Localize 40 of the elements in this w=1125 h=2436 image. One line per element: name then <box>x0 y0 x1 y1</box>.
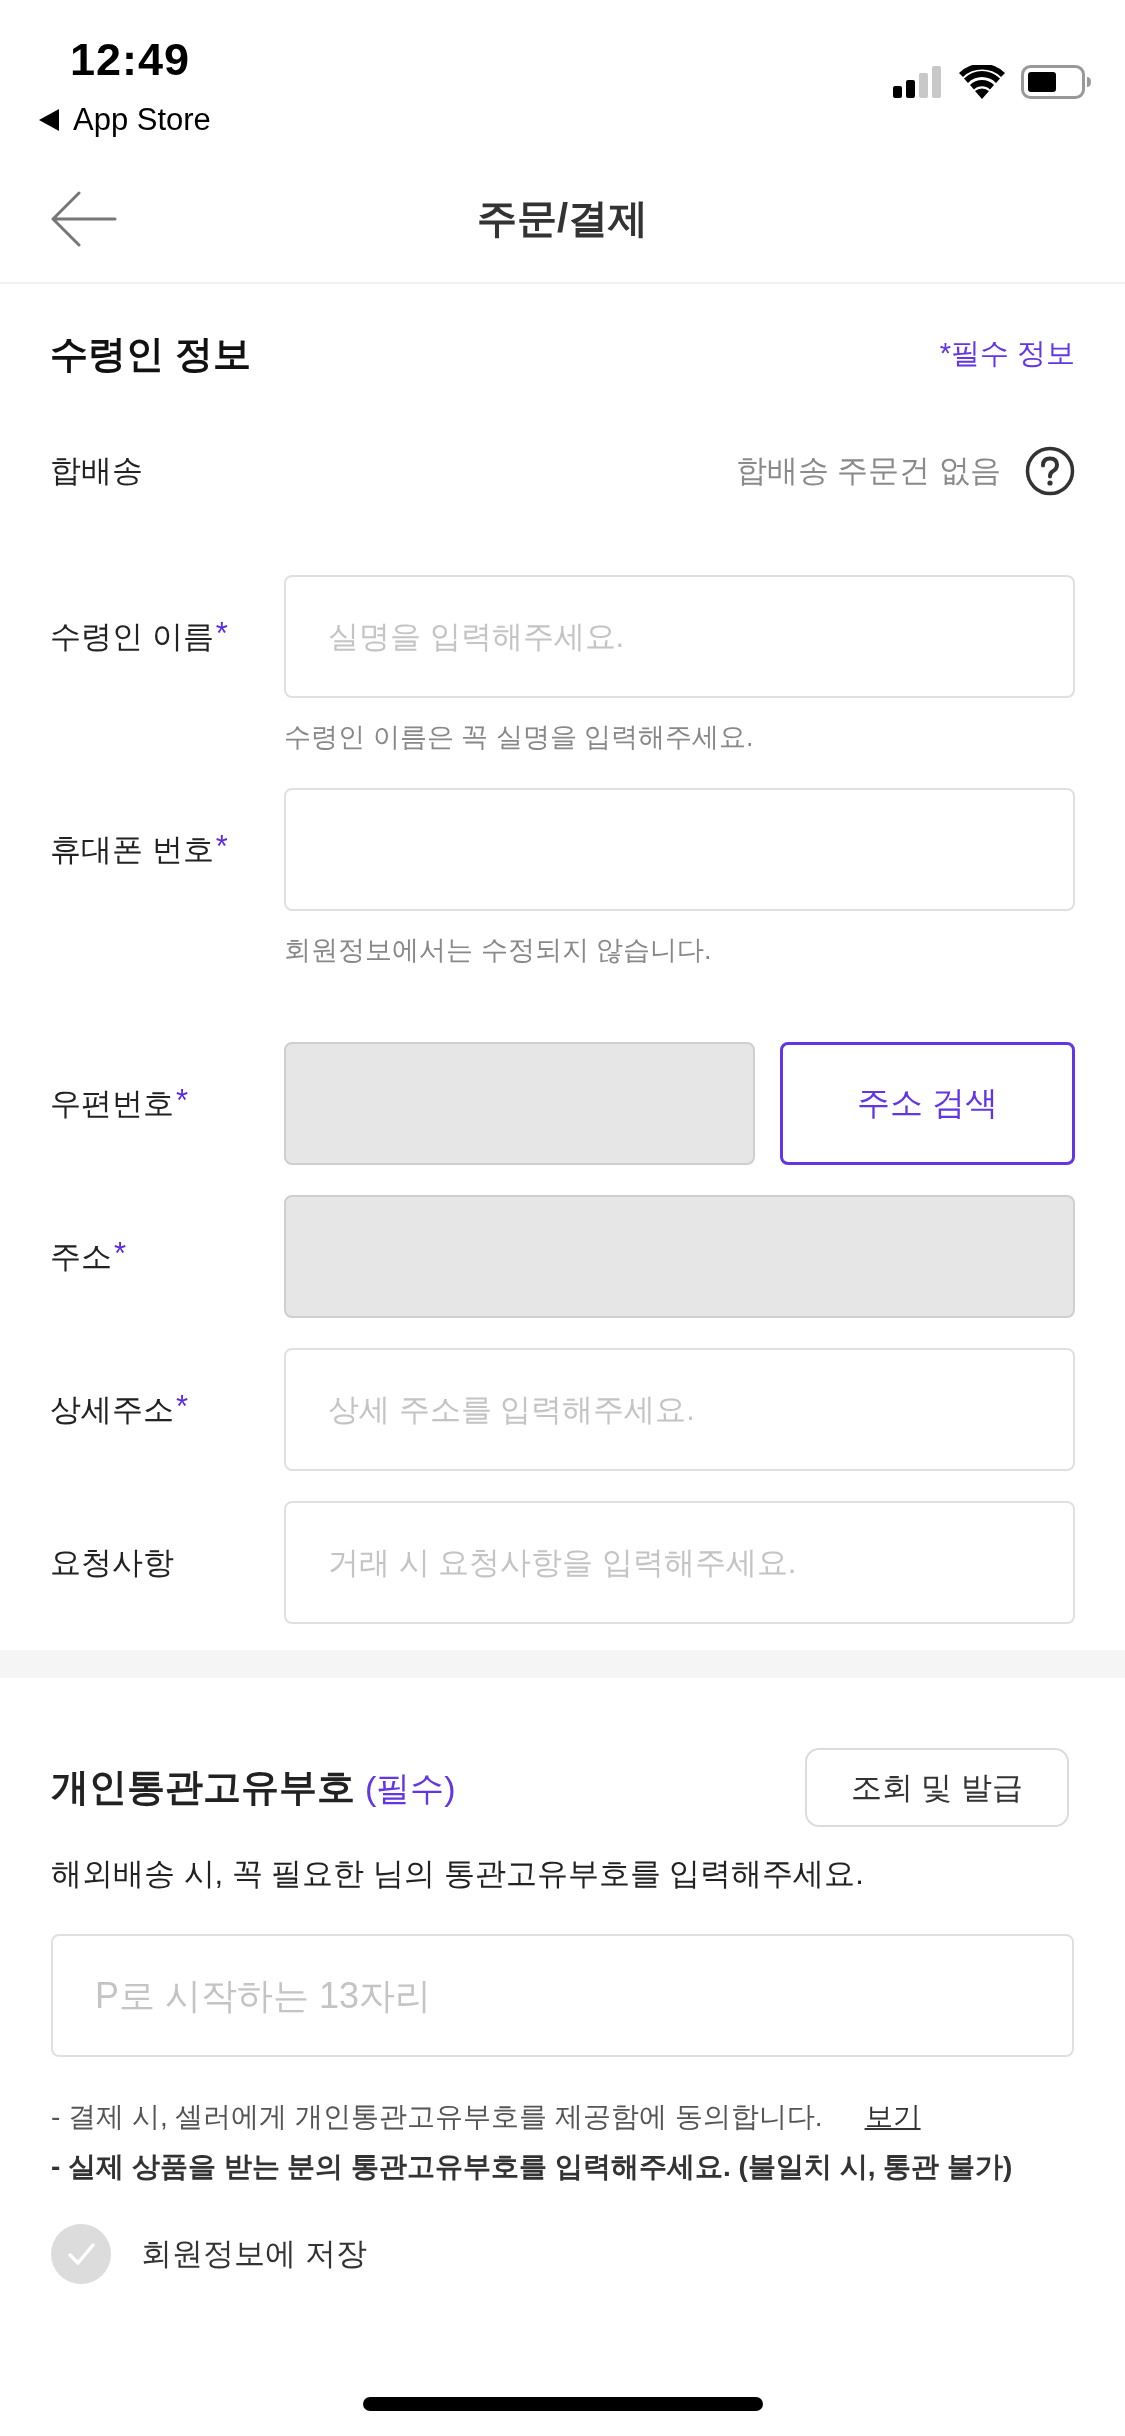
check-circle-icon[interactable] <box>51 2224 111 2284</box>
input-field[interactable]: 상세 주소를 입력해주세요. <box>284 1348 1075 1471</box>
wifi-icon <box>959 65 1005 99</box>
back-to-app-link[interactable]: App Store <box>73 100 211 140</box>
required-mark: * <box>114 1235 127 1272</box>
input-field[interactable]: P로 시작하는 13자리 <box>51 1934 1074 2057</box>
view-link[interactable]: 보기 <box>864 2098 921 2136</box>
input-field[interactable] <box>284 788 1075 911</box>
field-label: 주소 <box>50 1237 112 1276</box>
description-text: 해외배송 시, 꼭 필요한 님의 통관고유부호를 입력해주세요. <box>51 1855 865 1893</box>
field-label: 휴대폰 번호 <box>50 830 214 869</box>
notice-text: - 결제 시, 셀러에게 개인통관고유부호를 제공함에 동의합니다. <box>51 2100 823 2134</box>
helper-text: 수령인 이름은 꼭 실명을 입력해주세요. <box>284 721 755 754</box>
field-label: 요청사항 <box>50 1543 174 1582</box>
back-triangle-icon[interactable] <box>39 109 59 131</box>
required-mark: * <box>176 1082 189 1119</box>
lookup-issue-button[interactable]: 조회 및 발급 <box>805 1748 1069 1827</box>
required-tag: (필수) <box>365 1766 456 1812</box>
required-mark: * <box>176 1388 189 1425</box>
field-label: 상세주소 <box>50 1390 174 1429</box>
back-arrow-icon[interactable] <box>51 190 117 247</box>
section-title: 수령인 정보 <box>50 331 251 377</box>
required-mark: * <box>215 828 228 865</box>
helper-text: 회원정보에서는 수정되지 않습니다. <box>284 934 713 967</box>
field-label: 수령인 이름 <box>50 617 214 656</box>
input-field[interactable]: 실명을 입력해주세요. <box>284 575 1075 698</box>
required-mark: * <box>215 615 228 652</box>
combined-shipping-label: 합배송 <box>50 452 143 490</box>
section-title: 개인통관고유부호 <box>51 1765 355 1810</box>
battery-icon <box>1021 65 1091 99</box>
combined-shipping-value: 합배송 주문건 없음 <box>735 452 1001 490</box>
signal-icon <box>893 66 943 98</box>
required-note: *필수 정보 <box>939 336 1075 371</box>
help-icon[interactable] <box>1025 446 1075 496</box>
save-to-profile-label[interactable]: 회원정보에 저장 <box>141 2233 367 2275</box>
status-time: 12:49 <box>70 34 192 86</box>
input-field[interactable]: 거래 시 요청사항을 입력해주세요. <box>284 1501 1075 1624</box>
notice-text: - 실제 상품을 받는 분의 통관고유부호를 입력해주세요. (불일치 시, 통관 불가) <box>51 2150 1013 2184</box>
page-title: 주문/결제 <box>476 195 649 242</box>
field-label: 우편번호 <box>50 1084 174 1123</box>
